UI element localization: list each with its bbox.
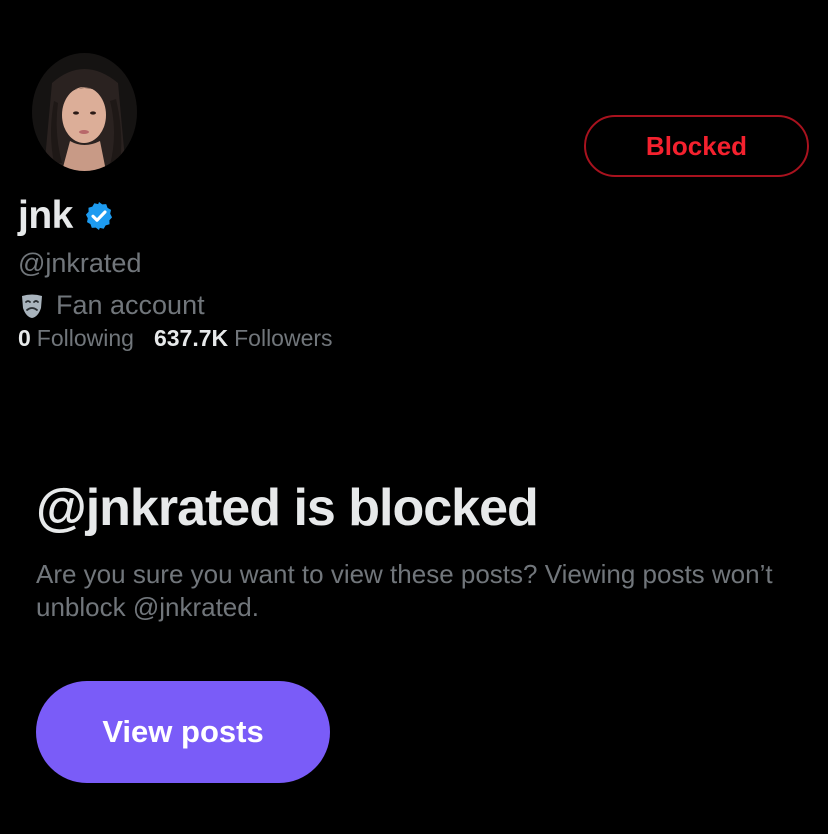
profile-photo-icon bbox=[32, 53, 137, 171]
follow-stats: 0 Following 637.7K Followers bbox=[18, 325, 333, 352]
following-label: Following bbox=[36, 325, 134, 351]
bio-text: Fan account bbox=[56, 290, 205, 320]
bio: Fan account bbox=[18, 290, 205, 321]
verified-badge-icon[interactable] bbox=[83, 200, 115, 232]
followers-link[interactable]: 637.7K Followers bbox=[154, 325, 333, 352]
name-row: jnk bbox=[18, 193, 115, 239]
avatar[interactable] bbox=[32, 53, 137, 171]
theater-mask-icon bbox=[18, 292, 46, 320]
following-count: 0 bbox=[18, 325, 31, 351]
blocked-description: Are you sure you want to view these post… bbox=[36, 559, 773, 622]
following-link[interactable]: 0 Following bbox=[18, 325, 134, 352]
followers-count: 637.7K bbox=[153, 325, 229, 351]
view-posts-button[interactable]: View posts bbox=[36, 681, 330, 783]
followers-label: Followers bbox=[234, 325, 333, 351]
blocked-title: @jnkrated is blocked bbox=[36, 479, 539, 537]
blocked-button[interactable]: Blocked bbox=[584, 115, 809, 177]
display-name: jnk bbox=[18, 194, 73, 237]
profile-handle: @jnkrated bbox=[18, 248, 142, 278]
